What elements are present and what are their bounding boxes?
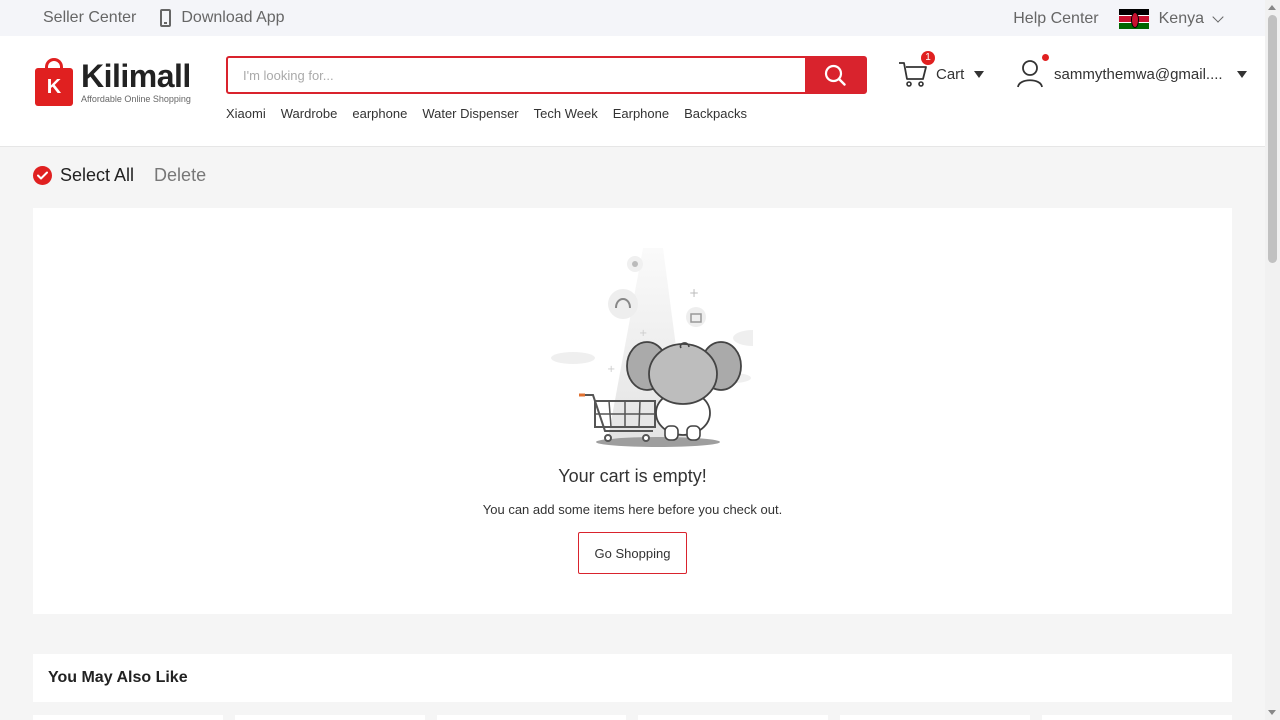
- product-card[interactable]: [1042, 715, 1232, 720]
- empty-cart-title: Your cart is empty!: [558, 466, 707, 486]
- logo-tagline: Affordable Online Shopping: [81, 94, 191, 104]
- kilimall-logo[interactable]: K Kilimall Affordable Online Shopping: [35, 58, 191, 106]
- mobile-phone-icon: [160, 9, 172, 27]
- search-bar: [226, 56, 867, 94]
- hot-word-link[interactable]: Xiaomi: [226, 106, 266, 121]
- page-scrollbar[interactable]: [1265, 0, 1280, 720]
- hot-word-link[interactable]: Water Dispenser: [422, 106, 518, 121]
- section-title: You May Also Like: [48, 669, 188, 686]
- product-card[interactable]: [234, 715, 425, 720]
- hot-word-link[interactable]: Wardrobe: [281, 106, 338, 121]
- top-utility-bar: Seller Center Download App Help Center K…: [0, 0, 1265, 36]
- cart-count-badge: 1: [921, 51, 935, 65]
- hot-search-words: Xiaomi Wardrobe earphone Water Dispenser Tec…: [226, 106, 762, 121]
- hot-word-link[interactable]: earphone: [352, 106, 407, 121]
- product-card[interactable]: [638, 715, 829, 720]
- country-selector[interactable]: Kenya: [1159, 10, 1204, 28]
- account-menu[interactable]: sammythemwa@gmail....: [1016, 54, 1247, 90]
- help-center-link[interactable]: Help Center: [1013, 10, 1098, 28]
- product-card[interactable]: [436, 715, 627, 720]
- caret-down-icon: [974, 70, 985, 78]
- notification-dot: [1042, 54, 1049, 61]
- hot-word-link[interactable]: Backpacks: [684, 106, 747, 121]
- checkmark-icon: [37, 171, 48, 180]
- hot-word-link[interactable]: Earphone: [613, 106, 669, 121]
- chevron-down-icon[interactable]: [1212, 10, 1224, 23]
- cart-menu[interactable]: 1 Cart: [897, 51, 985, 90]
- product-card[interactable]: [840, 715, 1031, 720]
- user-email: sammythemwa@gmail....: [1054, 65, 1223, 83]
- top-left-links: Seller Center Download App: [43, 9, 285, 27]
- go-shopping-button[interactable]: Go Shopping: [578, 532, 687, 574]
- user-icon: [1016, 54, 1049, 90]
- svg-text:+: +: [607, 364, 615, 375]
- cart-label: Cart: [936, 65, 965, 83]
- scroll-down-arrow-icon[interactable]: [1268, 710, 1276, 715]
- recommendation-cards: [33, 715, 1232, 720]
- hot-word-link[interactable]: Tech Week: [534, 106, 598, 121]
- select-all-checkbox[interactable]: [33, 166, 52, 185]
- empty-cart-subtitle: You can add some items here before you c…: [482, 502, 783, 517]
- svg-text:+: +: [689, 286, 699, 300]
- svg-text:+: +: [639, 328, 647, 339]
- seller-center-link[interactable]: Seller Center: [43, 9, 136, 27]
- search-icon: [824, 64, 846, 86]
- search-input[interactable]: [228, 58, 805, 92]
- site-header: K Kilimall Affordable Online Shopping Xi…: [0, 36, 1265, 147]
- top-right-links: Help Center Kenya: [1013, 9, 1224, 29]
- shopping-cart-icon: 1: [897, 51, 935, 90]
- shopping-bag-logo-icon: K: [35, 58, 73, 106]
- empty-cart-elephant-illustration: + + +: [551, 248, 753, 447]
- scroll-up-arrow-icon[interactable]: [1268, 5, 1276, 10]
- download-app-link[interactable]: Download App: [181, 9, 284, 27]
- empty-cart-panel: + + + Your cart is empty! You can add so…: [33, 208, 1232, 614]
- delete-button[interactable]: Delete: [154, 165, 206, 186]
- cart-actions-bar: Select All Delete: [33, 165, 206, 186]
- caret-down-icon: [1236, 70, 1247, 78]
- search-button[interactable]: [805, 58, 865, 92]
- scrollbar-thumb[interactable]: [1268, 15, 1277, 263]
- logo-name: Kilimall: [81, 58, 191, 94]
- select-all-label[interactable]: Select All: [60, 165, 134, 186]
- kenya-flag-icon: [1118, 9, 1149, 29]
- you-may-also-like-header: You May Also Like: [33, 654, 1232, 702]
- product-card[interactable]: [33, 715, 223, 720]
